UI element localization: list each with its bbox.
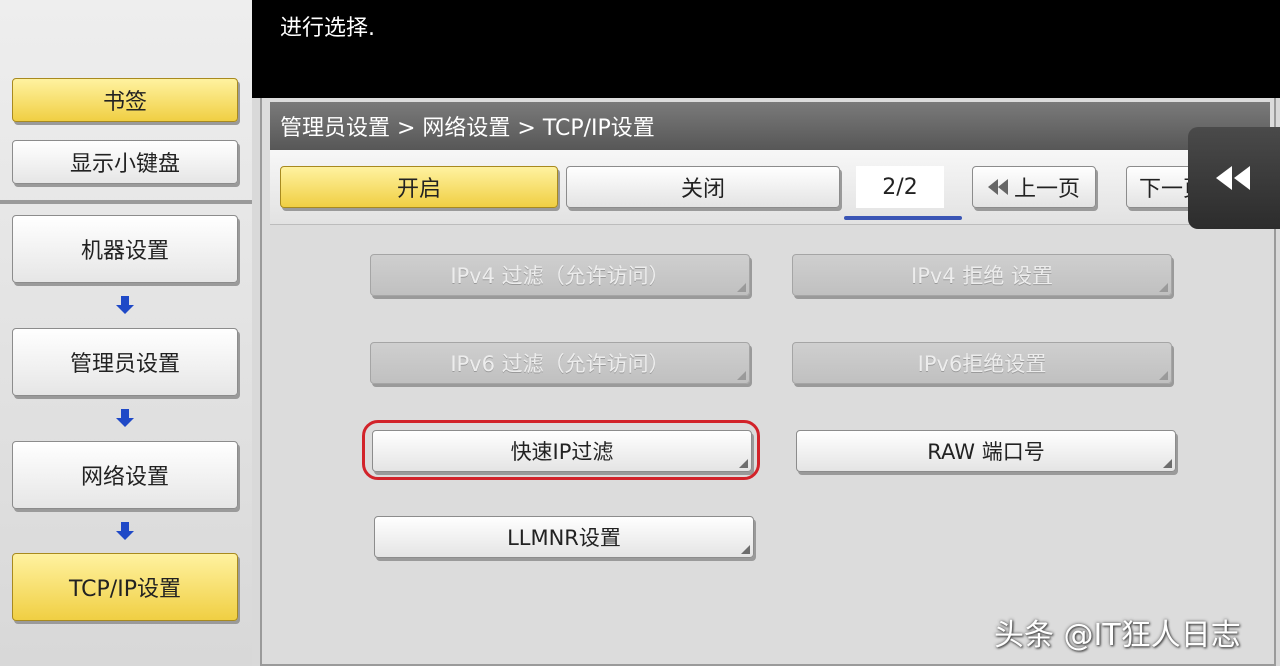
- back-button[interactable]: [1188, 127, 1280, 229]
- red-highlight-ring: [362, 420, 760, 480]
- nav-label: TCP/IP设置: [69, 577, 181, 602]
- corner-triangle-icon: [737, 371, 746, 380]
- button-label: IPv4 拒绝 设置: [911, 264, 1053, 288]
- raw-port-button[interactable]: RAW 端口号: [796, 430, 1176, 472]
- ipv6-filter-allow-button[interactable]: IPv6 过滤（允许访问）: [370, 342, 750, 384]
- button-label: IPv4 过滤（允许访问）: [450, 264, 670, 288]
- page-indicator-underline: [844, 216, 962, 220]
- off-button[interactable]: 关闭: [566, 166, 840, 208]
- bookmark-button[interactable]: 书签: [12, 78, 238, 122]
- instruction-text: 进行选择.: [280, 16, 375, 41]
- button-label: RAW 端口号: [927, 440, 1045, 464]
- button-label: IPv6 过滤（允许访问）: [450, 352, 670, 376]
- ipv4-filter-allow-button[interactable]: IPv4 过滤（允许访问）: [370, 254, 750, 296]
- down-arrow-icon: [116, 296, 134, 314]
- on-label: 开启: [396, 177, 441, 202]
- corner-triangle-icon: [1159, 283, 1168, 292]
- message-bar: 进行选择.: [252, 0, 1280, 98]
- corner-triangle-icon: [1159, 371, 1168, 380]
- bookmark-label: 书签: [102, 90, 147, 115]
- down-arrow-icon: [116, 409, 134, 427]
- down-arrow-icon: [116, 522, 134, 540]
- watermark-text: 头条 @IT狂人日志: [994, 618, 1241, 653]
- nav-tcpip-settings[interactable]: TCP/IP设置: [12, 553, 238, 621]
- corner-triangle-icon: [741, 545, 750, 554]
- off-label: 关闭: [680, 177, 725, 202]
- nav-label: 管理员设置: [69, 352, 180, 377]
- button-label: IPv6拒绝设置: [917, 352, 1047, 376]
- nav-label: 机器设置: [80, 239, 169, 264]
- nav-machine-settings[interactable]: 机器设置: [12, 215, 238, 283]
- show-keypad-label: 显示小键盘: [69, 152, 180, 177]
- left-panel: 书签 显示小键盘 机器设置 管理员设置 网络设置 TCP/IP设置: [0, 0, 252, 666]
- on-button[interactable]: 开启: [280, 166, 558, 208]
- left-panel-divider: [0, 200, 252, 204]
- show-keypad-button[interactable]: 显示小键盘: [12, 140, 238, 184]
- prev-page-label: 上一页: [1013, 177, 1080, 202]
- breadcrumb-text: 管理员设置 > 网络设置 > TCP/IP设置: [280, 116, 655, 141]
- rewind-icon: [1216, 166, 1250, 190]
- corner-triangle-icon: [737, 283, 746, 292]
- nav-admin-settings[interactable]: 管理员设置: [12, 328, 238, 396]
- double-left-arrow-icon: [987, 179, 1008, 195]
- page-number: 2/2: [882, 174, 918, 200]
- nav-network-settings[interactable]: 网络设置: [12, 441, 238, 509]
- ipv6-deny-button[interactable]: IPv6拒绝设置: [792, 342, 1172, 384]
- nav-label: 网络设置: [80, 465, 169, 490]
- ipv4-deny-button[interactable]: IPv4 拒绝 设置: [792, 254, 1172, 296]
- button-label: LLMNR设置: [507, 526, 621, 550]
- breadcrumb: 管理员设置 > 网络设置 > TCP/IP设置: [270, 102, 1270, 150]
- llmnr-settings-button[interactable]: LLMNR设置: [374, 516, 754, 558]
- corner-triangle-icon: [1163, 459, 1172, 468]
- prev-page-button[interactable]: 上一页: [972, 166, 1096, 208]
- page-indicator: 2/2: [856, 166, 944, 208]
